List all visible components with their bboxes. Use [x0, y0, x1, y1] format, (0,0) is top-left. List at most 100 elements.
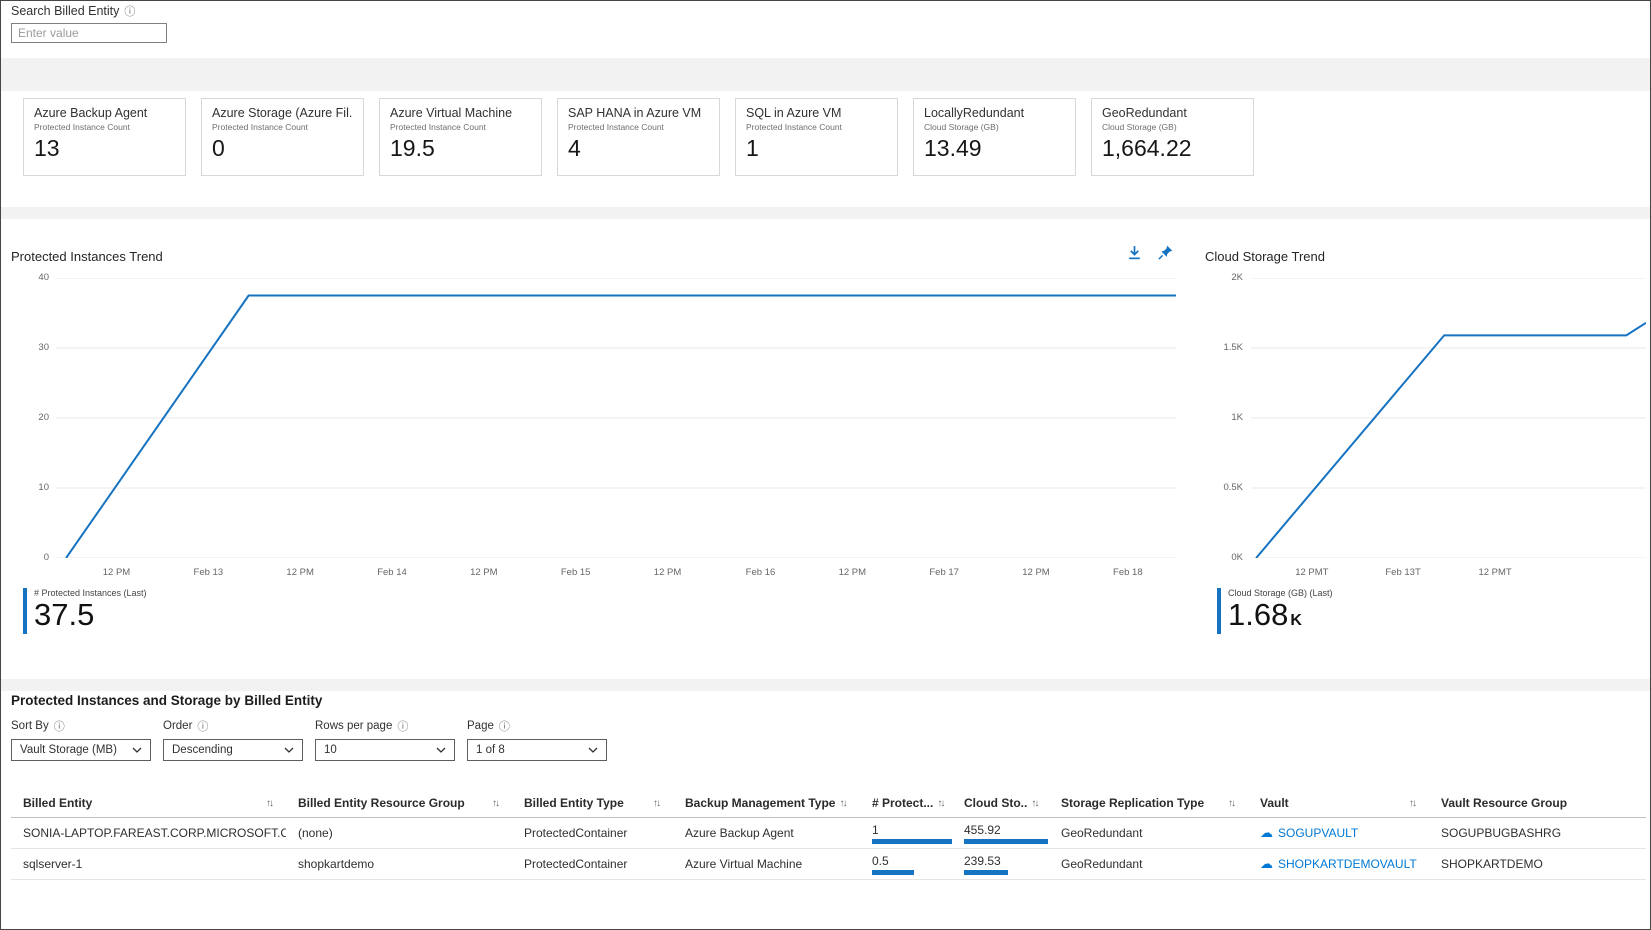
cell-billed-entity: SONIA-LAPTOP.FAREAST.CORP.MICROSOFT.COM	[23, 826, 286, 840]
cloud-icon: ☁	[1260, 856, 1273, 871]
chevron-down-icon	[132, 744, 142, 756]
cell-replication-type: GeoRedundant	[1061, 826, 1143, 840]
vault-link[interactable]: SOGUPVAULT	[1278, 826, 1358, 840]
table-section-title: Protected Instances and Storage by Bille…	[11, 693, 323, 708]
col-header-billed-entity[interactable]: Billed Entity ↑↓	[11, 789, 286, 817]
y-tick: 0	[43, 552, 49, 563]
info-icon: ⓘ	[53, 721, 65, 733]
x-tick: Feb 17	[929, 567, 959, 578]
order-dropdown[interactable]: Descending	[163, 739, 303, 761]
cell-vault: ☁ SHOPKARTDEMOVAULT	[1248, 849, 1429, 879]
x-tick: 12 PM	[102, 567, 131, 578]
chart-title: Protected Instances Trend	[11, 249, 163, 264]
kpi-card-subtitle: Cloud Storage (GB)	[1102, 122, 1177, 132]
col-header-storage-replication-type[interactable]: Storage Replication Type ↑↓	[1049, 789, 1248, 817]
kpi-card-value: 4	[568, 135, 581, 161]
page-value: 1 of 8	[476, 744, 505, 756]
cell-replication-type: GeoRedundant	[1061, 857, 1143, 871]
info-icon: ⓘ	[397, 721, 409, 733]
sort-icon[interactable]: ↑↓	[653, 798, 661, 809]
sort-by-control: Sort By ⓘ Vault Storage (MB)	[11, 718, 151, 761]
sort-by-dropdown[interactable]: Vault Storage (MB)	[11, 739, 151, 761]
col-header-vault-resource-group[interactable]: Vault Resource Group	[1429, 789, 1646, 817]
col-header-protected-count[interactable]: # Protect... ↑↓	[860, 789, 952, 817]
x-tick: 12 PMT	[1295, 567, 1329, 578]
protected-count-value: 0.5	[872, 853, 889, 868]
kpi-card-title: Azure Backup Agent	[34, 106, 148, 120]
search-input[interactable]	[11, 23, 167, 43]
col-header-label: Cloud Sto..	[964, 796, 1028, 810]
col-header-label: Billed Entity Resource Group	[298, 796, 465, 810]
kpi-card-subtitle: Protected Instance Count	[212, 122, 308, 132]
col-header-cloud-storage[interactable]: Cloud Sto.. ↑↓	[952, 789, 1049, 817]
rows-per-page-label: Rows per page	[315, 720, 393, 732]
sort-icon[interactable]: ↑↓	[266, 798, 274, 809]
legend-color-bar	[23, 588, 27, 634]
col-header-label: Storage Replication Type	[1061, 796, 1205, 810]
kpi-card-azure-storage: Azure Storage (Azure Fil... Protected In…	[201, 98, 364, 176]
table-row[interactable]: SONIA-LAPTOP.FAREAST.CORP.MICROSOFT.COM …	[11, 818, 1646, 849]
search-label-row: Search Billed Entity ⓘ	[11, 3, 167, 19]
kpi-card-subtitle: Protected Instance Count	[390, 122, 486, 132]
control-label-row: Order ⓘ	[163, 718, 303, 734]
col-header-label: Vault Resource Group	[1441, 796, 1568, 810]
sort-icon[interactable]: ↑↓	[1031, 798, 1039, 809]
info-icon: ⓘ	[124, 6, 136, 18]
page-label: Page	[467, 720, 494, 732]
kpi-card-value: 1,664.22	[1102, 135, 1192, 161]
rows-per-page-value: 10	[324, 744, 337, 756]
sort-icon[interactable]: ↑↓	[492, 798, 500, 809]
col-header-label: Backup Management Type	[685, 796, 836, 810]
cloud-storage-bar	[964, 869, 1008, 875]
kpi-card-azure-backup-agent: Azure Backup Agent Protected Instance Co…	[23, 98, 186, 176]
cell-entity-type: ProtectedContainer	[524, 857, 628, 871]
x-tick: 12 PM	[653, 567, 682, 578]
legend-value: 37.5	[34, 597, 95, 632]
kpi-card-value: 13	[34, 135, 60, 161]
download-icon[interactable]	[1125, 243, 1143, 261]
pin-icon[interactable]	[1156, 243, 1174, 261]
section-divider	[1, 679, 1650, 691]
kpi-card-subtitle: Protected Instance Count	[746, 122, 842, 132]
rows-per-page-dropdown[interactable]: 10	[315, 739, 455, 761]
sort-icon[interactable]: ↑↓	[1228, 798, 1236, 809]
table-row[interactable]: sqlserver-1 shopkartdemo ProtectedContai…	[11, 849, 1646, 880]
kpi-card-subtitle: Cloud Storage (GB)	[924, 122, 999, 132]
cell-cloud-storage: 455.92	[952, 818, 1049, 848]
section-divider	[1, 58, 1650, 91]
kpi-card-azure-vm: Azure Virtual Machine Protected Instance…	[379, 98, 542, 176]
chart-title: Cloud Storage Trend	[1205, 249, 1325, 264]
x-tick: 12 PMT	[1478, 567, 1512, 578]
y-tick: 1K	[1231, 412, 1243, 423]
y-tick: 10	[38, 482, 49, 493]
y-tick: 1.5K	[1223, 342, 1243, 353]
cell-resource-group: (none)	[298, 826, 333, 840]
chevron-down-icon	[436, 744, 446, 756]
y-tick: 40	[38, 272, 49, 283]
sort-icon[interactable]: ↑↓	[1409, 798, 1417, 809]
chart-legend: Cloud Storage (GB) (Last) 1.68 K	[1217, 588, 1333, 634]
cell-resource-group: shopkartdemo	[298, 857, 375, 871]
kpi-card-subtitle: Protected Instance Count	[34, 122, 130, 132]
sort-icon[interactable]: ↑↓	[839, 798, 847, 809]
cloud-storage-bar	[964, 838, 1048, 844]
col-header-billed-entity-type[interactable]: Billed Entity Type ↑↓	[512, 789, 673, 817]
col-header-backup-management-type[interactable]: Backup Management Type ↑↓	[673, 789, 860, 817]
x-tick: Feb 14	[377, 567, 407, 578]
kpi-card-value: 0	[212, 135, 225, 161]
sort-icon[interactable]: ↑↓	[937, 798, 945, 809]
col-header-billed-entity-resource-group[interactable]: Billed Entity Resource Group ↑↓	[286, 789, 512, 817]
col-header-label: # Protect...	[872, 796, 934, 810]
vault-link[interactable]: SHOPKARTDEMOVAULT	[1278, 857, 1417, 871]
kpi-card-value: 13.49	[924, 135, 982, 161]
cell-billed-entity: sqlserver-1	[23, 857, 83, 871]
col-header-vault[interactable]: Vault ↑↓	[1248, 789, 1429, 817]
sort-by-label: Sort By	[11, 720, 49, 732]
line-chart-canvas	[1251, 278, 1646, 558]
cloud-storage-value: 455.92	[964, 822, 1001, 837]
x-tick: 12 PM	[1022, 567, 1050, 578]
x-tick: Feb 15	[560, 567, 591, 578]
page-dropdown[interactable]: 1 of 8	[467, 739, 607, 761]
col-header-label: Billed Entity	[23, 796, 93, 810]
kpi-card-value: 19.5	[390, 135, 435, 161]
